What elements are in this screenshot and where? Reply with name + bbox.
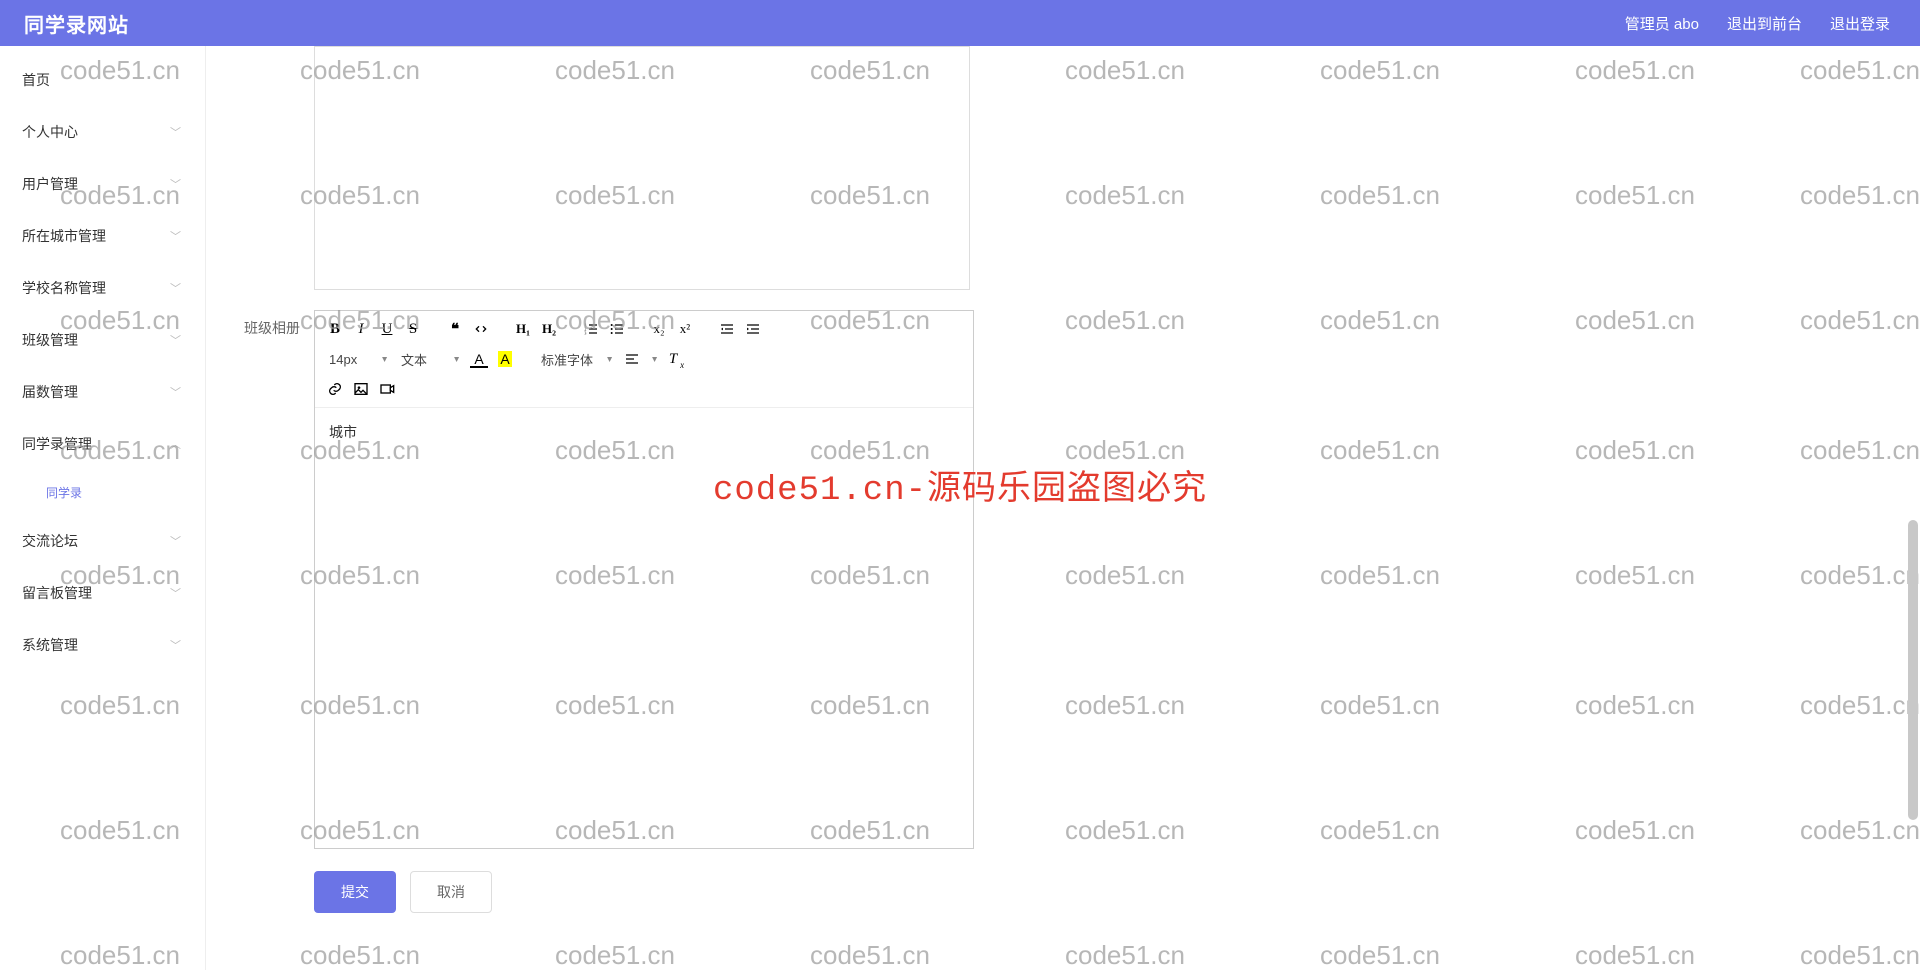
image-icon [353,381,369,397]
sidebar-item-label: 系统管理 [22,635,78,655]
code-icon [473,321,489,337]
top-header: 同学录网站 管理员 abo 退出到前台 退出登录 [0,0,1920,46]
watermark-center-text: code51.cn-源码乐园盗图必究 [713,460,1207,510]
header-right: 管理员 abo 退出到前台 退出登录 [1625,13,1890,34]
sidebar-item-label: 个人中心 [22,122,78,142]
ordered-list-icon: 123 [583,321,599,337]
sidebar-item-profile[interactable]: 个人中心 ﹀ [0,106,205,158]
chevron-down-icon: ﹀ [170,637,181,653]
chevron-up-icon: ︿ [170,436,181,452]
align-button[interactable] [620,347,644,371]
rich-text-editor: B I U S ❝ H₁ H₂ 123 [314,310,974,849]
ordered-list-button[interactable]: 123 [579,317,603,341]
font-color-button[interactable]: A [467,347,491,371]
underline-button[interactable]: U [375,317,399,341]
submit-button[interactable]: 提交 [314,871,396,913]
chevron-down-icon: ﹀ [170,124,181,140]
sidebar-item-label: 班级管理 [22,330,78,350]
sidebar-item-school[interactable]: 学校名称管理 ﹀ [0,262,205,314]
indent-icon [745,321,761,337]
sidebar-item-system[interactable]: 系统管理 ﹀ [0,619,205,671]
chevron-down-icon: ﹀ [170,280,181,296]
video-button[interactable] [375,377,399,401]
unordered-list-button[interactable] [605,317,629,341]
cancel-button[interactable]: 取消 [410,871,492,913]
format-select[interactable]: 文本 [395,347,465,371]
form-actions: 提交 取消 [314,871,1900,913]
chevron-down-icon: ﹀ [170,384,181,400]
font-size-select[interactable]: 14px [323,347,393,371]
chevron-down-icon: ﹀ [170,533,181,549]
sidebar-item-city[interactable]: 所在城市管理 ﹀ [0,210,205,262]
clear-format-button[interactable]: Tx [661,347,685,371]
outdent-button[interactable] [715,317,739,341]
sidebar-item-label: 用户管理 [22,174,78,194]
exit-to-front-link[interactable]: 退出到前台 [1727,13,1802,34]
unordered-list-icon [609,321,625,337]
blockquote-button[interactable]: ❝ [443,317,467,341]
video-icon [379,381,395,397]
sidebar-item-label: 留言板管理 [22,583,92,603]
sidebar-item-label: 学校名称管理 [22,278,106,298]
chevron-down-icon: ﹀ [170,176,181,192]
align-icon [624,351,640,367]
superscript-button[interactable]: x² [673,317,697,341]
sidebar-item-users[interactable]: 用户管理 ﹀ [0,158,205,210]
background-color-button[interactable]: A [493,347,517,371]
sidebar-item-label: 首页 [22,70,50,90]
italic-button[interactable]: I [349,317,373,341]
editor-toolbar: B I U S ❝ H₁ H₂ 123 [315,311,973,408]
svg-text:3: 3 [584,330,586,335]
sidebar-item-label: 交流论坛 [22,531,78,551]
chevron-down-icon: ﹀ [170,228,181,244]
h1-button[interactable]: H₁ [511,317,535,341]
chevron-down-icon: ﹀ [170,585,181,601]
sidebar-item-label: 届数管理 [22,382,78,402]
sidebar-item-classmate-record[interactable]: 同学录管理 ︿ [0,418,205,470]
sidebar-item-forum[interactable]: 交流论坛 ﹀ [0,515,205,567]
font-family-select[interactable]: 标准字体 [535,347,618,371]
chevron-down-icon: ﹀ [170,332,181,348]
h2-button[interactable]: H₂ [537,317,561,341]
bold-button[interactable]: B [323,317,347,341]
outdent-icon [719,321,735,337]
sidebar: 首页 个人中心 ﹀ 用户管理 ﹀ 所在城市管理 ﹀ 学校名称管理 ﹀ 班级管理 … [0,46,206,970]
site-brand: 同学录网站 [24,9,129,38]
field-label-album: 班级相册 [226,310,314,338]
align-select[interactable] [646,347,659,371]
strikethrough-button[interactable]: S [401,317,425,341]
indent-button[interactable] [741,317,765,341]
code-block-button[interactable] [469,317,493,341]
image-upload-box[interactable] [314,46,970,290]
link-button[interactable] [323,377,347,401]
image-button[interactable] [349,377,373,401]
admin-label[interactable]: 管理员 abo [1625,13,1699,34]
sidebar-subitem-classmate-record[interactable]: 同学录 [0,470,205,515]
logout-link[interactable]: 退出登录 [1830,13,1890,34]
subscript-button[interactable]: x₂ [647,317,671,341]
sidebar-item-home[interactable]: 首页 [0,54,205,106]
scrollbar-thumb[interactable] [1908,520,1918,820]
link-icon [327,381,343,397]
sidebar-item-message-board[interactable]: 留言板管理 ﹀ [0,567,205,619]
sidebar-item-label: 同学录管理 [22,434,92,454]
sidebar-item-label: 所在城市管理 [22,226,106,246]
sidebar-item-class[interactable]: 班级管理 ﹀ [0,314,205,366]
sidebar-item-session[interactable]: 届数管理 ﹀ [0,366,205,418]
